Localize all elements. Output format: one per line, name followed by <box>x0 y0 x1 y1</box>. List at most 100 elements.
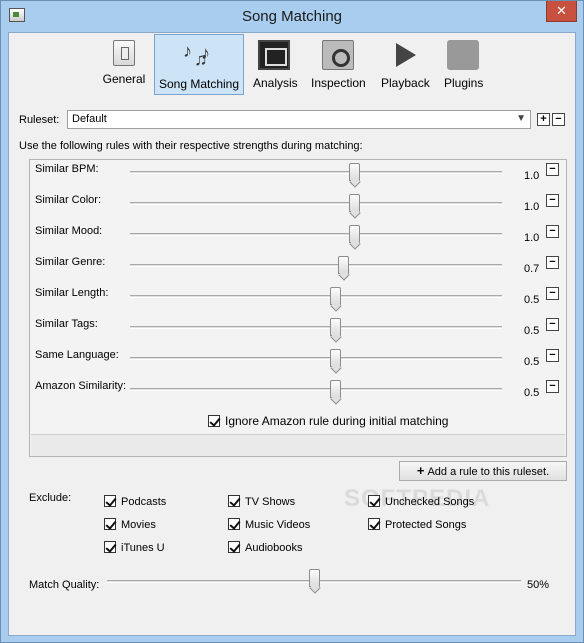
tab-label: Playback <box>381 76 430 90</box>
exclude-checkbox[interactable]: TV Shows <box>228 495 295 508</box>
exclude-checkbox[interactable]: Music Videos <box>228 518 310 531</box>
rule-strength-slider-thumb[interactable] <box>349 194 360 212</box>
close-button[interactable]: ✕ <box>546 1 577 22</box>
rule-name: Similar BPM: <box>35 163 99 175</box>
checkbox-box[interactable] <box>104 495 116 507</box>
rules-list: Similar BPM: 1.0− Similar Color: 1.0− Simila… <box>29 159 567 457</box>
magnifier-icon <box>322 40 354 70</box>
checkbox-box[interactable] <box>228 541 240 553</box>
rule-name: Similar Genre: <box>35 256 106 268</box>
tab-playback[interactable]: Playback <box>381 34 430 95</box>
rule-strength-slider-track[interactable] <box>130 171 502 174</box>
exclude-label: Exclude: <box>29 492 72 504</box>
exclude-checkbox[interactable]: Podcasts <box>104 495 166 508</box>
remove-rule-button[interactable]: − <box>546 256 559 269</box>
exclude-checkbox[interactable]: Unchecked Songs <box>368 495 474 508</box>
rule-row: Similar Tags: 0.5− <box>30 315 566 346</box>
exclude-checkbox[interactable]: Audiobooks <box>228 541 303 554</box>
rule-strength-slider-track[interactable] <box>130 357 502 360</box>
exclude-checkbox[interactable]: Movies <box>104 518 156 531</box>
rule-strength-slider-thumb[interactable] <box>330 380 341 398</box>
tab-label: Plugins <box>444 76 484 90</box>
exclude-checkbox-label: TV Shows <box>245 496 296 508</box>
rule-strength-slider-thumb[interactable] <box>349 225 360 243</box>
rule-row: Similar Genre: 0.7− <box>30 253 566 284</box>
exclude-checkbox-label: Music Videos <box>245 519 311 531</box>
rule-strength-slider-track[interactable] <box>130 295 502 298</box>
exclude-checkbox-label: Protected Songs <box>385 519 467 531</box>
remove-rule-button[interactable]: − <box>546 194 559 207</box>
exclude-checkbox-label: Unchecked Songs <box>385 496 475 508</box>
rule-strength-value: 0.5 <box>524 294 540 306</box>
exclude-checkbox[interactable]: Protected Songs <box>368 518 466 531</box>
tab-inspection[interactable]: Inspection <box>311 34 366 95</box>
monitor-chart-icon <box>258 40 290 70</box>
match-quality-slider-thumb[interactable] <box>309 569 320 587</box>
rule-strength-slider-track[interactable] <box>130 388 502 391</box>
rule-strength-slider-track[interactable] <box>130 202 502 205</box>
rule-name: Similar Tags: <box>35 318 98 330</box>
rule-name: Same Language: <box>35 349 119 361</box>
rule-strength-slider-thumb[interactable] <box>330 287 341 305</box>
rule-name: Similar Mood: <box>35 225 103 237</box>
rule-strength-slider-thumb[interactable] <box>330 349 341 367</box>
remove-rule-button[interactable]: − <box>546 163 559 176</box>
rule-strength-slider-track[interactable] <box>130 264 502 267</box>
checkbox-box[interactable] <box>368 495 380 507</box>
rule-strength-value: 0.5 <box>524 356 540 368</box>
remove-rule-button[interactable]: − <box>546 349 559 362</box>
rule-strength-slider-track[interactable] <box>130 326 502 329</box>
rules-list-footer <box>31 434 565 456</box>
play-icon <box>388 40 420 70</box>
checkbox-box[interactable] <box>208 415 220 427</box>
rule-row: Similar Color: 1.0− <box>30 191 566 222</box>
remove-rule-button[interactable]: − <box>546 225 559 238</box>
rule-name: Similar Length: <box>35 287 109 299</box>
rule-row: Similar BPM: 1.0− <box>30 160 566 191</box>
remove-ruleset-button[interactable]: − <box>552 113 565 126</box>
exclude-checkbox-label: iTunes U <box>121 542 165 554</box>
tab-plugins[interactable]: Plugins <box>444 34 484 95</box>
chevron-down-icon: ▼ <box>516 113 526 124</box>
rule-strength-slider-track[interactable] <box>130 233 502 236</box>
tab-label: Inspection <box>311 76 366 90</box>
rule-name: Amazon Similarity: <box>35 380 127 392</box>
add-rule-button[interactable]: + Add a rule to this ruleset. <box>399 461 567 481</box>
music-notes-icon: ♪ ♫ ♪ <box>183 41 210 69</box>
exclude-checkbox-label: Podcasts <box>121 496 167 508</box>
rule-strength-slider-thumb[interactable] <box>338 256 349 274</box>
rule-row: Same Language: 0.5− <box>30 346 566 377</box>
remove-rule-button[interactable]: − <box>546 287 559 300</box>
rule-strength-slider-thumb[interactable] <box>330 318 341 336</box>
tab-song-matching[interactable]: ♪ ♫ ♪ Song Matching <box>154 34 244 95</box>
checkbox-box[interactable] <box>368 518 380 530</box>
puzzle-icon <box>447 40 479 70</box>
checkbox-box[interactable] <box>104 541 116 553</box>
title-bar[interactable]: Song Matching ✕ <box>1 1 583 32</box>
exclude-checkbox-label: Audiobooks <box>245 542 303 554</box>
rule-strength-value: 0.5 <box>524 325 540 337</box>
remove-rule-button[interactable]: − <box>546 380 559 393</box>
ignore-amazon-label: Ignore Amazon rule during initial matchi… <box>225 414 449 428</box>
rule-strength-value: 0.7 <box>524 263 540 275</box>
ignore-amazon-checkbox[interactable]: Ignore Amazon rule during initial matchi… <box>208 414 448 428</box>
rule-strength-slider-thumb[interactable] <box>349 163 360 181</box>
instructions-text: Use the following rules with their respe… <box>19 140 363 152</box>
tab-analysis[interactable]: Analysis <box>253 34 298 95</box>
remove-rule-button[interactable]: − <box>546 318 559 331</box>
rule-name: Similar Color: <box>35 194 102 206</box>
preferences-panel: General ♪ ♫ ♪ Song Matching Analysis Inspe… <box>8 32 576 636</box>
checkbox-box[interactable] <box>228 495 240 507</box>
ruleset-selected-value: Default <box>72 113 107 125</box>
checkbox-box[interactable] <box>104 518 116 530</box>
match-quality-label: Match Quality: <box>29 579 100 591</box>
exclude-checkbox[interactable]: iTunes U <box>104 541 165 554</box>
add-ruleset-button[interactable]: + <box>537 113 550 126</box>
exclude-checkbox-label: Movies <box>121 519 156 531</box>
rule-strength-value: 1.0 <box>524 232 540 244</box>
rule-strength-value: 1.0 <box>524 201 540 213</box>
tab-general[interactable]: General <box>101 34 147 95</box>
checkbox-box[interactable] <box>228 518 240 530</box>
ruleset-dropdown[interactable]: Default ▼ <box>67 110 531 129</box>
switch-icon <box>113 40 135 66</box>
